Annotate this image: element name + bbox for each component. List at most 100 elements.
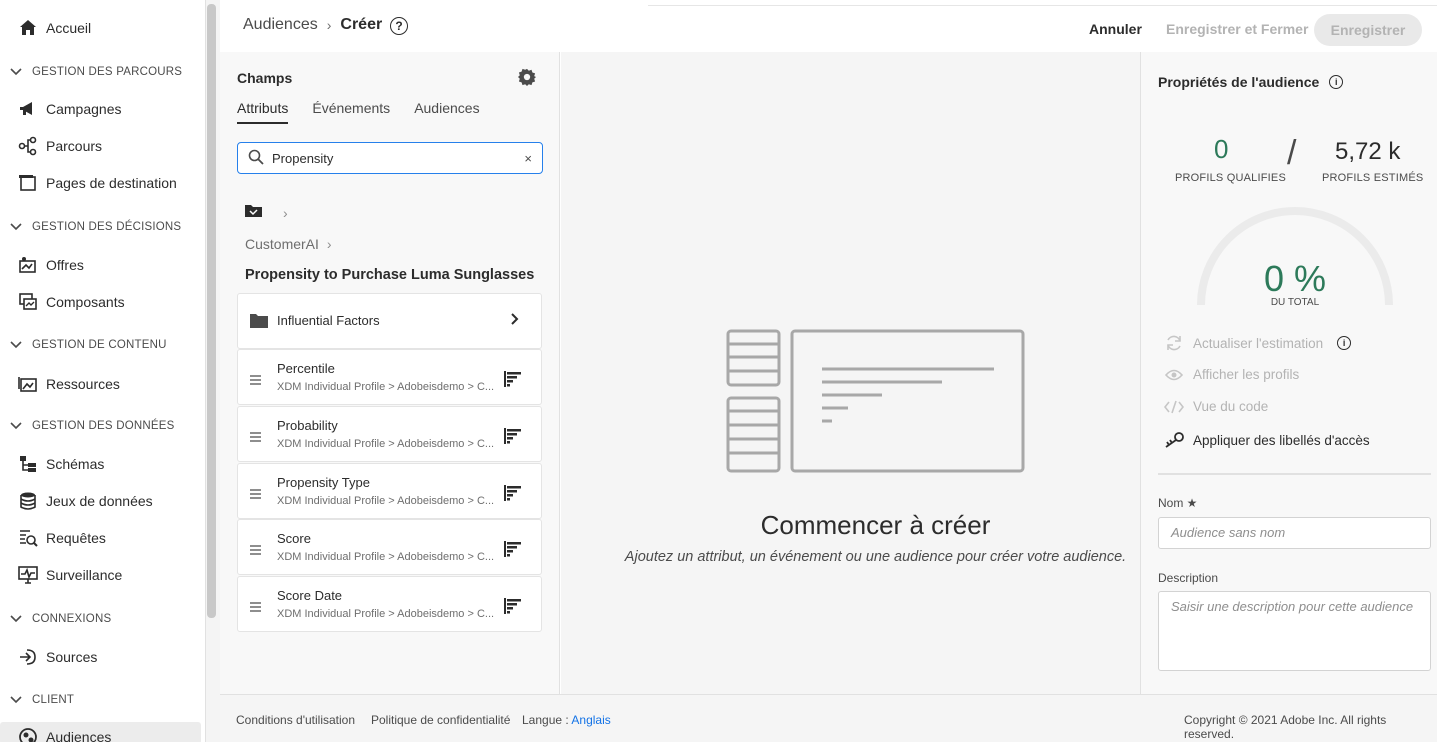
key-icon	[1164, 432, 1184, 448]
description-field[interactable]: Saisir une description pour cette audien…	[1158, 591, 1431, 671]
nav-item-campaigns[interactable]: Campagnes	[18, 97, 122, 121]
cancel-button[interactable]: Annuler	[1089, 21, 1142, 37]
refresh-estimate-button[interactable]: Actualiser l'estimation i	[1164, 334, 1352, 352]
info-icon[interactable]: i	[1329, 75, 1344, 89]
nav-item-sources[interactable]: Sources	[18, 645, 97, 669]
qualified-profiles-label: PROFILS QUALIFIES	[1175, 172, 1286, 184]
nav-section-decisions[interactable]: GESTION DES DÉCISIONS	[10, 218, 181, 236]
nav-item-monitoring[interactable]: Surveillance	[18, 563, 122, 587]
gauge-label: DU TOTAL	[1270, 297, 1320, 308]
tab-audiences[interactable]: Audiences	[414, 100, 479, 124]
copyright: Copyright © 2021 Adobe Inc. All rights r…	[1184, 713, 1387, 741]
chevron-right-icon: ›	[326, 17, 332, 33]
header-divider	[648, 5, 1437, 6]
nav-item-assets[interactable]: Ressources	[18, 372, 120, 396]
view-profiles-button[interactable]: Afficher les profils	[1164, 367, 1299, 382]
nav-section-content[interactable]: GESTION DE CONTENU	[10, 336, 167, 354]
chevron-down-icon	[10, 422, 22, 430]
nav-item-datasets[interactable]: Jeux de données	[18, 489, 153, 513]
nav-section-customer[interactable]: CLIENT	[10, 691, 74, 709]
search-value[interactable]: Propensity	[272, 151, 524, 166]
distribution-icon[interactable]	[504, 484, 522, 505]
empty-state-title: Commencer à créer	[760, 510, 991, 540]
nav-section-journeys[interactable]: GESTION DES PARCOURS	[10, 63, 182, 81]
info-icon[interactable]: i	[1337, 336, 1352, 350]
drag-handle-icon[interactable]	[250, 486, 262, 502]
save-button[interactable]: Enregistrer	[1314, 14, 1422, 46]
search-input[interactable]: Propensity ×	[237, 142, 543, 174]
nav-section-connections[interactable]: CONNEXIONS	[10, 610, 111, 628]
code-icon	[1164, 400, 1184, 414]
nav-item-home[interactable]: Accueil	[18, 16, 91, 40]
name-field[interactable]: Audience sans nom	[1158, 517, 1431, 549]
distribution-icon[interactable]	[504, 427, 522, 448]
list-item[interactable]: Score XDM Individual Profile > Adobeisde…	[237, 519, 542, 575]
nav-item-queries[interactable]: Requêtes	[18, 526, 106, 550]
privacy-link[interactable]: Politique de confidentialité	[371, 713, 510, 727]
left-nav: Accueil GESTION DES PARCOURS Campagnes P…	[0, 0, 206, 742]
list-item[interactable]: Percentile XDM Individual Profile > Adob…	[237, 349, 542, 405]
refresh-icon	[1164, 334, 1184, 352]
chevron-down-icon	[10, 696, 22, 704]
schema-icon	[18, 454, 38, 474]
language-selector[interactable]: Langue : Anglais	[522, 713, 611, 727]
fields-tabs: Attributs Événements Audiences	[237, 100, 504, 124]
landing-page-icon	[18, 173, 38, 193]
nav-item-offers[interactable]: Offres	[18, 253, 84, 277]
distribution-icon[interactable]	[504, 597, 522, 618]
language-value[interactable]: Anglais	[571, 713, 610, 727]
sidebar-scrollbar[interactable]	[207, 4, 216, 618]
name-label: Nom ★	[1158, 496, 1198, 510]
breadcrumb-parent[interactable]: Audiences	[243, 16, 318, 34]
slash-divider: /	[1287, 134, 1297, 172]
distribution-icon[interactable]	[504, 540, 522, 561]
gear-icon[interactable]	[518, 68, 536, 89]
folder-path-root[interactable]: ›	[245, 204, 288, 221]
chevron-down-icon	[10, 341, 22, 349]
empty-state-illustration	[726, 329, 1025, 473]
chevron-right-icon: ›	[326, 236, 332, 252]
list-item[interactable]: Score Date XDM Individual Profile > Adob…	[237, 576, 542, 632]
journey-icon	[18, 136, 38, 156]
drag-handle-icon[interactable]	[250, 599, 262, 615]
nav-item-audiences[interactable]: Audiences	[18, 725, 111, 742]
nav-item-journeys[interactable]: Parcours	[18, 134, 102, 158]
tab-attributes[interactable]: Attributs	[237, 100, 289, 124]
save-and-close-button[interactable]: Enregistrer et Fermer	[1166, 21, 1308, 37]
nav-item-landing-pages[interactable]: Pages de destination	[18, 171, 177, 195]
breadcrumb: Audiences › Créer	[243, 16, 382, 34]
apply-access-labels-button[interactable]: Appliquer des libellés d'accès	[1164, 432, 1370, 448]
list-item[interactable]: Probability XDM Individual Profile > Ado…	[237, 406, 542, 462]
terms-link[interactable]: Conditions d'utilisation	[236, 713, 355, 727]
field-group-title: Propensity to Purchase Luma Sunglasses	[245, 267, 535, 283]
distribution-icon[interactable]	[504, 370, 522, 391]
folder-path-breadcrumb[interactable]: CustomerAI ›	[245, 236, 332, 252]
fields-title: Champs	[237, 70, 293, 86]
query-icon	[18, 528, 38, 548]
nav-item-schemas[interactable]: Schémas	[18, 452, 104, 476]
code-view-button[interactable]: Vue du code	[1164, 399, 1268, 414]
nav-section-data[interactable]: GESTION DES DONNÉES	[10, 417, 174, 435]
properties-title: Propriétés de l'audience i	[1158, 74, 1344, 90]
help-icon[interactable]: ?	[390, 17, 408, 35]
eye-icon	[1164, 368, 1184, 382]
folder-item[interactable]: Influential Factors	[237, 293, 542, 349]
close-icon[interactable]: ×	[524, 151, 532, 166]
footer: Conditions d'utilisation Politique de co…	[220, 694, 1437, 742]
sources-icon	[18, 647, 38, 667]
gauge-value: 0 %	[1263, 258, 1327, 299]
qualified-profiles-value: 0	[1214, 134, 1229, 164]
components-icon	[18, 292, 38, 312]
tab-events[interactable]: Événements	[312, 100, 390, 124]
breadcrumb-current: Créer	[340, 16, 383, 33]
list-item[interactable]: Propensity Type XDM Individual Profile >…	[237, 463, 542, 519]
audiences-icon	[18, 727, 38, 742]
chevron-down-icon	[10, 68, 22, 76]
drag-handle-icon[interactable]	[250, 372, 262, 388]
builder-canvas[interactable]: Commencer à créer Ajoutez un attribut, u…	[561, 52, 1140, 694]
drag-handle-icon[interactable]	[250, 542, 262, 558]
home-icon	[18, 18, 38, 38]
estimated-profiles-label: PROFILS ESTIMÉS	[1322, 172, 1424, 184]
nav-item-components[interactable]: Composants	[18, 290, 125, 314]
drag-handle-icon[interactable]	[250, 429, 262, 445]
